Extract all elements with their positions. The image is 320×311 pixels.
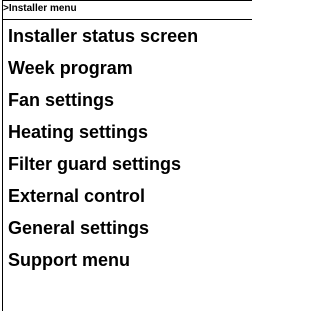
menu-item-heating-settings[interactable]: Heating settings: [8, 116, 252, 148]
menu-item-filter-guard-settings[interactable]: Filter guard settings: [8, 148, 252, 180]
menu-item-general-settings[interactable]: General settings: [8, 212, 252, 244]
menu-item-installer-status-screen[interactable]: Installer status screen: [8, 20, 252, 52]
menu-item-week-program[interactable]: Week program: [8, 52, 252, 84]
installer-menu-list: Installer status screen Week program Fan…: [8, 20, 252, 276]
installer-menu-screen: >Installer menu Installer status screen …: [0, 0, 252, 311]
menu-item-support-menu[interactable]: Support menu: [8, 244, 252, 276]
menu-item-fan-settings[interactable]: Fan settings: [8, 84, 252, 116]
screen-left-border: [2, 0, 3, 311]
menu-item-external-control[interactable]: External control: [8, 180, 252, 212]
menu-breadcrumb-title: >Installer menu: [3, 3, 77, 14]
